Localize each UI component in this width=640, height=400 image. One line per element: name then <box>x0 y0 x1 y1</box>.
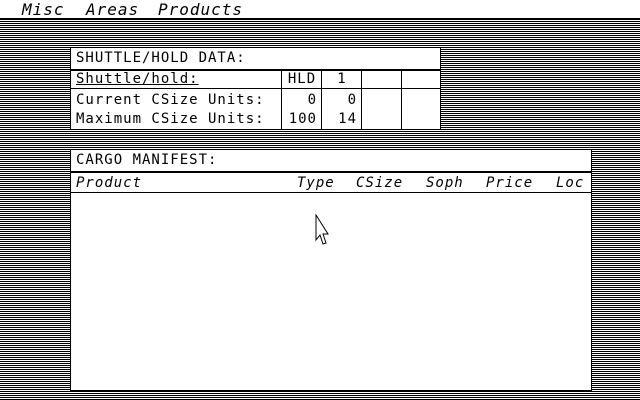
hold-maximum-value: 100 <box>288 111 317 127</box>
column-divider <box>281 70 282 129</box>
shuttle-hold-label: Shuttle/hold: <box>76 71 199 87</box>
cargo-manifest-panel: CARGO MANIFEST: Product Type CSize Soph … <box>70 149 592 391</box>
shuttle-hold-panel: SHUTTLE/HOLD DATA: Shuttle/hold: Current… <box>70 47 441 130</box>
menu-bar: Misc Areas Products <box>0 0 640 19</box>
cargo-manifest-title-divider <box>71 171 591 173</box>
header-price[interactable]: Price <box>486 175 533 192</box>
arrow-pointer-icon <box>315 214 329 245</box>
column-divider <box>361 70 362 129</box>
shuttle-1-header[interactable]: 1 <box>325 71 359 88</box>
menu-areas[interactable]: Areas <box>86 1 139 18</box>
header-csize[interactable]: CSize <box>356 175 403 192</box>
menu-misc[interactable]: Misc <box>22 1 65 18</box>
hold-header[interactable]: HLD <box>285 71 319 88</box>
menu-products[interactable]: Products <box>158 1 243 18</box>
header-type[interactable]: Type <box>297 175 335 192</box>
header-soph[interactable]: Soph <box>426 175 464 192</box>
cargo-manifest-list[interactable] <box>71 193 591 390</box>
shuttle-hold-title: SHUTTLE/HOLD DATA: <box>76 50 246 66</box>
shuttle-1-current-value: 0 <box>347 92 357 108</box>
maximum-csize-label: Maximum CSize Units: <box>76 111 265 127</box>
cargo-manifest-title: CARGO MANIFEST: <box>76 152 218 168</box>
hold-current-value: 0 <box>307 92 317 108</box>
current-csize-label: Current CSize Units: <box>76 92 265 108</box>
header-product[interactable]: Product <box>76 175 142 192</box>
shuttle-hold-header-divider <box>71 88 440 89</box>
column-divider <box>401 70 402 129</box>
column-divider <box>321 70 322 129</box>
shuttle-1-maximum-value: 14 <box>338 111 357 127</box>
header-loc[interactable]: Loc <box>556 175 584 192</box>
